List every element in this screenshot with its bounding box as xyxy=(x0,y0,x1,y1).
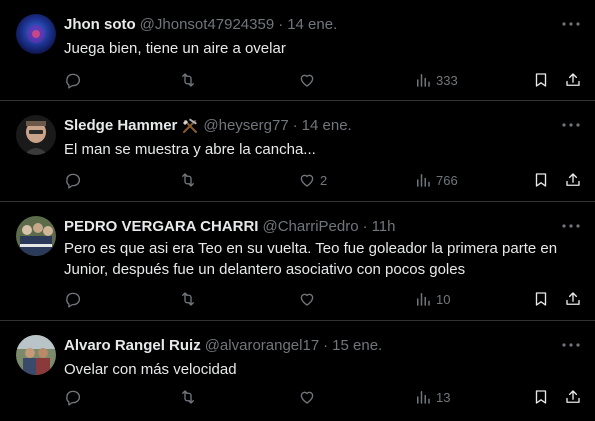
avatar[interactable] xyxy=(16,115,56,155)
like-button[interactable]: 2 xyxy=(298,170,327,190)
retweet-icon xyxy=(178,171,198,189)
reply-button[interactable] xyxy=(64,70,86,90)
reply-button[interactable] xyxy=(64,170,86,190)
bookmark-icon xyxy=(532,171,550,189)
reply-feed: Jhon soto @Jhonsot47924359 · 14 ene. Jue… xyxy=(0,0,595,421)
share-icon xyxy=(564,71,582,89)
reply-button[interactable] xyxy=(64,387,86,407)
separator-dot: · xyxy=(362,218,368,235)
views-button[interactable]: 333 xyxy=(414,70,458,90)
retweet-icon xyxy=(178,71,198,89)
retweet-button[interactable] xyxy=(178,387,202,407)
action-bar: 13 xyxy=(64,387,583,407)
author-handle[interactable]: @heyserg77 xyxy=(203,117,288,135)
tweet[interactable]: Jhon soto @Jhonsot47924359 · 14 ene. Jue… xyxy=(0,0,595,101)
separator-dot: · xyxy=(278,16,284,33)
avatar[interactable] xyxy=(16,14,56,54)
views-icon xyxy=(414,290,432,308)
action-bar: 10 xyxy=(64,289,583,309)
heart-icon xyxy=(298,388,316,406)
more-icon[interactable] xyxy=(561,335,581,355)
timestamp[interactable]: 11h xyxy=(372,218,396,236)
author-name[interactable]: Alvaro Rangel Ruiz xyxy=(64,337,201,355)
author-name[interactable]: PEDRO VERGARA CHARRI xyxy=(64,218,258,236)
more-icon[interactable] xyxy=(561,14,581,34)
action-bar: 2 766 xyxy=(64,170,583,190)
tweet[interactable]: Sledge Hammer @heyserg77 · 14 ene. El ma… xyxy=(0,101,595,202)
views-count: 766 xyxy=(436,172,458,188)
author-handle[interactable]: @CharriPedro xyxy=(262,218,358,236)
bookmark-button[interactable] xyxy=(532,289,550,309)
share-button[interactable] xyxy=(564,170,582,190)
tweet-text: El man se muestra y abre la cancha... xyxy=(64,141,316,158)
like-count: 2 xyxy=(320,172,328,188)
views-button[interactable]: 13 xyxy=(414,387,450,407)
timestamp[interactable]: 15 ene. xyxy=(332,337,382,355)
author-handle[interactable]: @alvarorangel17 xyxy=(205,337,319,355)
views-count: 333 xyxy=(436,72,458,88)
bookmark-button[interactable] xyxy=(532,70,550,90)
tweet[interactable]: Alvaro Rangel Ruiz @alvarorangel17 · 15 … xyxy=(0,321,595,421)
reply-button[interactable] xyxy=(64,289,86,309)
share-button[interactable] xyxy=(564,289,582,309)
heart-icon xyxy=(298,71,316,89)
more-icon[interactable] xyxy=(561,216,581,236)
share-icon xyxy=(564,171,582,189)
reply-icon xyxy=(64,388,82,406)
share-button[interactable] xyxy=(564,70,582,90)
separator-dot: · xyxy=(292,117,298,134)
views-count: 10 xyxy=(436,291,451,307)
tweet-text: Ovelar con más velocidad xyxy=(64,361,237,378)
author-name[interactable]: Sledge Hammer xyxy=(64,117,177,135)
share-icon xyxy=(564,290,582,308)
retweet-button[interactable] xyxy=(178,70,202,90)
tweet-text: Juega bien, tiene un aire a ovelar xyxy=(64,40,286,57)
separator-dot: · xyxy=(323,337,329,354)
retweet-button[interactable] xyxy=(178,170,202,190)
bookmark-icon xyxy=(532,290,550,308)
like-button[interactable] xyxy=(298,289,320,309)
heart-icon xyxy=(298,290,316,308)
bookmark-icon xyxy=(532,71,550,89)
like-button[interactable] xyxy=(298,70,320,90)
bookmark-button[interactable] xyxy=(532,170,550,190)
views-count: 13 xyxy=(436,389,451,405)
views-icon xyxy=(414,171,432,189)
reply-icon xyxy=(64,171,82,189)
author-name[interactable]: Jhon soto xyxy=(64,16,136,34)
like-button[interactable] xyxy=(298,387,320,407)
timestamp[interactable]: 14 ene. xyxy=(302,117,352,135)
avatar[interactable] xyxy=(16,335,56,375)
share-icon xyxy=(564,388,582,406)
views-icon xyxy=(414,71,432,89)
bookmark-icon xyxy=(532,388,550,406)
tweet-text: Pero es que asi era Teo en su vuelta. Te… xyxy=(64,240,558,278)
action-bar: 333 xyxy=(64,70,583,90)
heart-icon xyxy=(298,171,316,189)
retweet-button[interactable] xyxy=(178,289,202,309)
avatar[interactable] xyxy=(16,216,56,256)
timestamp[interactable]: 14 ene. xyxy=(287,16,337,34)
retweet-icon xyxy=(178,290,198,308)
more-icon[interactable] xyxy=(561,115,581,135)
reply-icon xyxy=(64,71,82,89)
views-icon xyxy=(414,388,432,406)
hammer-and-pick-emoji xyxy=(181,117,199,135)
bookmark-button[interactable] xyxy=(532,387,550,407)
reply-icon xyxy=(64,290,82,308)
author-handle[interactable]: @Jhonsot47924359 xyxy=(140,16,275,34)
views-button[interactable]: 10 xyxy=(414,289,450,309)
tweet[interactable]: PEDRO VERGARA CHARRI @CharriPedro · 11h … xyxy=(0,202,595,321)
share-button[interactable] xyxy=(564,387,582,407)
retweet-icon xyxy=(178,388,198,406)
views-button[interactable]: 766 xyxy=(414,170,458,190)
